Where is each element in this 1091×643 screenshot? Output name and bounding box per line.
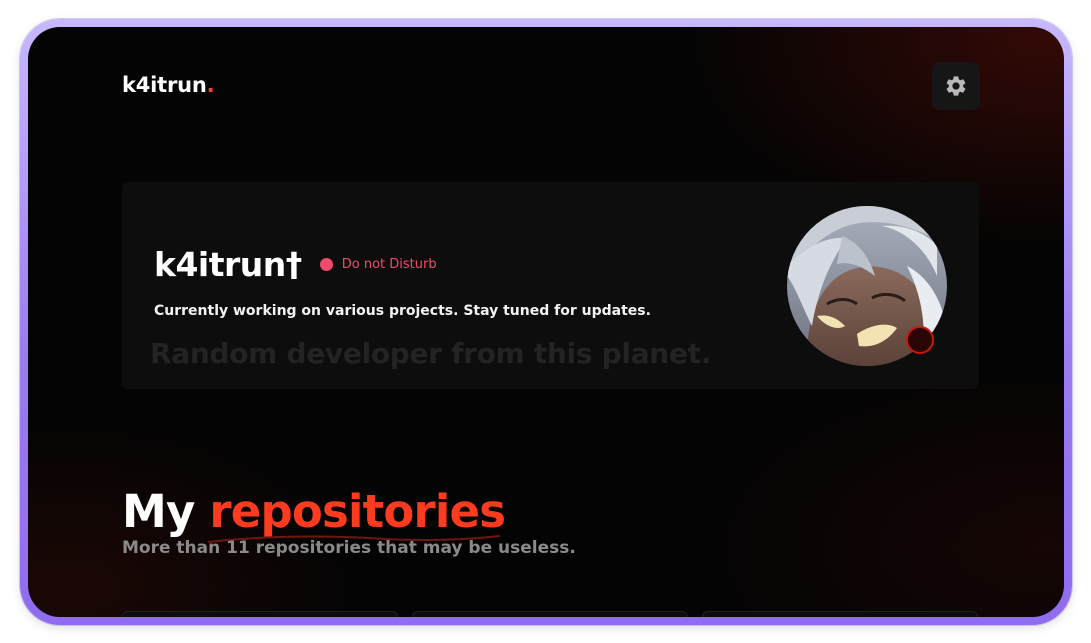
brand-dot: . <box>206 73 215 97</box>
repo-card-3[interactable] <box>702 611 978 617</box>
repositories-subtitle: More than 11 repositories that may be us… <box>122 538 576 558</box>
profile-name-row: k4itrun† Do not Disturb <box>154 245 437 284</box>
repositories-title: My repositories <box>122 485 506 538</box>
settings-button[interactable] <box>932 62 980 110</box>
profile-name: k4itrun† <box>154 245 302 284</box>
device-frame: k4itrun. k4itrun† Do not Disturb Current… <box>20 19 1072 625</box>
profile-card: k4itrun† Do not Disturb Currently workin… <box>122 182 979 389</box>
app-screen: k4itrun. k4itrun† Do not Disturb Current… <box>28 27 1064 617</box>
repositories-title-accent: repositories <box>209 485 506 538</box>
repo-card-2[interactable] <box>412 611 688 617</box>
brand-logo[interactable]: k4itrun. <box>122 73 215 97</box>
status-dot-icon <box>319 258 333 271</box>
status-badge: Do not Disturb <box>319 257 437 272</box>
repositories-title-prefix: My <box>122 485 195 538</box>
gear-icon <box>946 76 966 96</box>
profile-tagline: Random developer from this planet. <box>150 337 712 370</box>
profile-description: Currently working on various projects. S… <box>154 303 651 319</box>
status-label: Do not Disturb <box>341 257 437 272</box>
status-indicator-icon <box>906 326 934 354</box>
repo-card-1[interactable] <box>122 611 398 617</box>
brand-name: k4itrun <box>122 73 207 97</box>
